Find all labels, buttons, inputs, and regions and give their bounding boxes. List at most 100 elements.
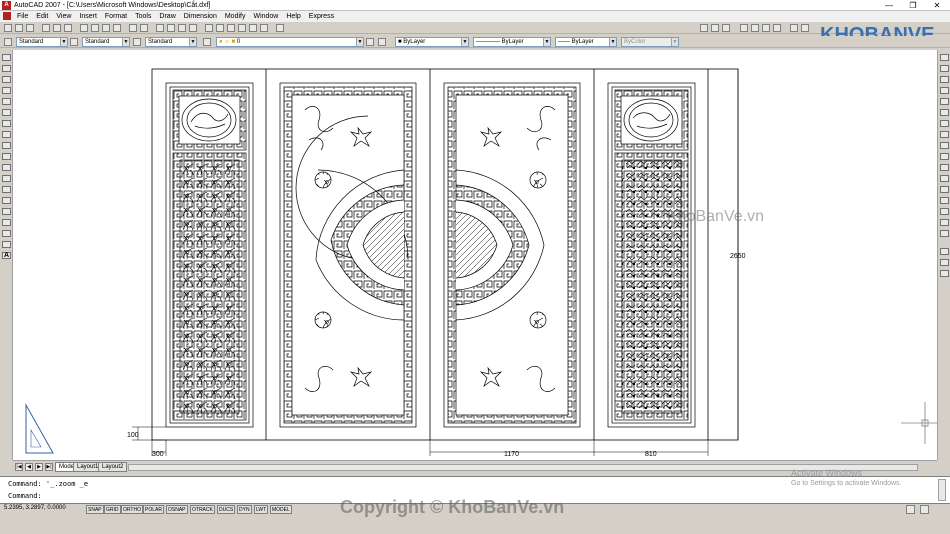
redo-icon[interactable] xyxy=(140,24,148,32)
region-icon[interactable] xyxy=(2,230,11,237)
menu-insert[interactable]: Insert xyxy=(75,11,101,22)
properties-icon[interactable] xyxy=(205,24,213,32)
snap-toggle[interactable]: SNAP xyxy=(86,505,104,514)
dim-diameter-icon[interactable] xyxy=(751,24,759,32)
lineweight-combo[interactable]: —— ByLayer ▼ xyxy=(555,37,617,47)
menu-help[interactable]: Help xyxy=(282,11,304,22)
tray-settings-icon[interactable] xyxy=(920,505,929,514)
send-back-icon[interactable] xyxy=(940,270,949,277)
chevron-down-icon[interactable]: ▼ xyxy=(543,38,550,46)
minimize-button[interactable]: — xyxy=(878,0,900,11)
menu-dimension[interactable]: Dimension xyxy=(180,11,221,22)
menu-format[interactable]: Format xyxy=(101,11,131,22)
construction-line-icon[interactable] xyxy=(2,65,11,72)
copy-object-icon[interactable] xyxy=(940,65,949,72)
text-style-combo[interactable]: Standard ▼ xyxy=(16,37,68,47)
zoom-previous-icon[interactable] xyxy=(189,24,197,32)
dim-baseline-icon[interactable] xyxy=(790,24,798,32)
restore-button[interactable]: ❐ xyxy=(902,0,924,11)
dim-quick-icon[interactable] xyxy=(773,24,781,32)
ellipse-icon[interactable] xyxy=(2,153,11,160)
sheet-set-icon[interactable] xyxy=(238,24,246,32)
pan-icon[interactable] xyxy=(156,24,164,32)
tab-layout2[interactable]: Layout2 xyxy=(98,462,128,472)
chevron-down-icon[interactable]: ▼ xyxy=(122,38,129,46)
menu-file[interactable]: File xyxy=(13,11,32,22)
zoom-realtime-icon[interactable] xyxy=(167,24,175,32)
dim-angular-icon[interactable] xyxy=(762,24,770,32)
cut-icon[interactable] xyxy=(80,24,88,32)
trim-icon[interactable] xyxy=(940,153,949,160)
mirror-icon[interactable] xyxy=(940,76,949,83)
rectangle-icon[interactable] xyxy=(2,98,11,105)
gradient-icon[interactable] xyxy=(2,219,11,226)
rotate-icon[interactable] xyxy=(940,120,949,127)
multiline-text-icon[interactable]: A xyxy=(2,252,11,259)
break-at-point-icon[interactable] xyxy=(940,175,949,182)
menu-view[interactable]: View xyxy=(52,11,75,22)
plot-preview-icon[interactable] xyxy=(53,24,61,32)
hatch-icon[interactable] xyxy=(2,208,11,215)
array-icon[interactable] xyxy=(940,98,949,105)
plot-icon[interactable] xyxy=(42,24,50,32)
text-style-icon[interactable] xyxy=(4,38,12,46)
explode-icon[interactable] xyxy=(940,230,949,237)
table-style-combo[interactable]: Standard ▼ xyxy=(145,37,197,47)
fillet-icon[interactable] xyxy=(940,219,949,226)
menu-modify[interactable]: Modify xyxy=(221,11,250,22)
scale-icon[interactable] xyxy=(940,131,949,138)
chevron-down-icon[interactable]: ▼ xyxy=(60,38,67,46)
match-properties-icon[interactable] xyxy=(113,24,121,32)
command-scrollbar[interactable] xyxy=(938,479,946,501)
polyline-icon[interactable] xyxy=(2,76,11,83)
break-icon[interactable] xyxy=(940,186,949,193)
chevron-down-icon[interactable]: ▼ xyxy=(609,38,616,46)
draw-order-icon[interactable] xyxy=(940,248,949,255)
communication-center-icon[interactable] xyxy=(906,505,915,514)
prev-tab-icon[interactable]: ◀ xyxy=(25,463,33,471)
table-icon[interactable] xyxy=(2,241,11,248)
dim-aligned-icon[interactable] xyxy=(711,24,719,32)
line-icon[interactable] xyxy=(2,54,11,61)
menu-draw[interactable]: Draw xyxy=(155,11,179,22)
open-icon[interactable] xyxy=(15,24,23,32)
chamfer-icon[interactable] xyxy=(940,208,949,215)
help-icon[interactable] xyxy=(276,24,284,32)
spline-icon[interactable] xyxy=(2,142,11,149)
polar-toggle[interactable]: POLAR xyxy=(143,505,164,514)
publish-icon[interactable] xyxy=(64,24,72,32)
layer-previous-icon[interactable] xyxy=(378,38,386,46)
lwt-toggle[interactable]: LWT xyxy=(254,505,269,514)
make-block-icon[interactable] xyxy=(2,186,11,193)
drawing-canvas[interactable]: 2650 100 300 1170 810 KhoBanVe.vn xyxy=(13,50,937,460)
bring-front-icon[interactable] xyxy=(940,259,949,266)
erase-icon[interactable] xyxy=(940,54,949,61)
dim-radius-icon[interactable] xyxy=(740,24,748,32)
zoom-window-icon[interactable] xyxy=(178,24,186,32)
close-button[interactable]: ✕ xyxy=(926,0,948,11)
grid-toggle[interactable]: GRID xyxy=(104,505,121,514)
offset-icon[interactable] xyxy=(940,87,949,94)
menu-window[interactable]: Window xyxy=(249,11,282,22)
join-icon[interactable] xyxy=(940,197,949,204)
menu-edit[interactable]: Edit xyxy=(32,11,52,22)
revcloud-icon[interactable] xyxy=(2,131,11,138)
ortho-toggle[interactable]: ORTHO xyxy=(121,505,143,514)
chevron-down-icon[interactable]: ▼ xyxy=(356,38,363,46)
save-icon[interactable] xyxy=(26,24,34,32)
paste-icon[interactable] xyxy=(102,24,110,32)
point-icon[interactable] xyxy=(2,197,11,204)
polygon-icon[interactable] xyxy=(2,87,11,94)
ducs-toggle[interactable]: DUCS xyxy=(217,505,236,514)
tool-palettes-icon[interactable] xyxy=(227,24,235,32)
dim-continue-icon[interactable] xyxy=(801,24,809,32)
markup-icon[interactable] xyxy=(249,24,257,32)
extend-icon[interactable] xyxy=(940,164,949,171)
model-toggle[interactable]: MODEL xyxy=(270,505,292,514)
stretch-icon[interactable] xyxy=(940,142,949,149)
chevron-down-icon[interactable]: ▼ xyxy=(189,38,196,46)
first-tab-icon[interactable]: |◀ xyxy=(15,463,23,471)
move-icon[interactable] xyxy=(940,109,949,116)
next-tab-icon[interactable]: ▶ xyxy=(35,463,43,471)
layer-combo[interactable]: ● ☼ ■ 0 ▼ xyxy=(216,37,364,47)
